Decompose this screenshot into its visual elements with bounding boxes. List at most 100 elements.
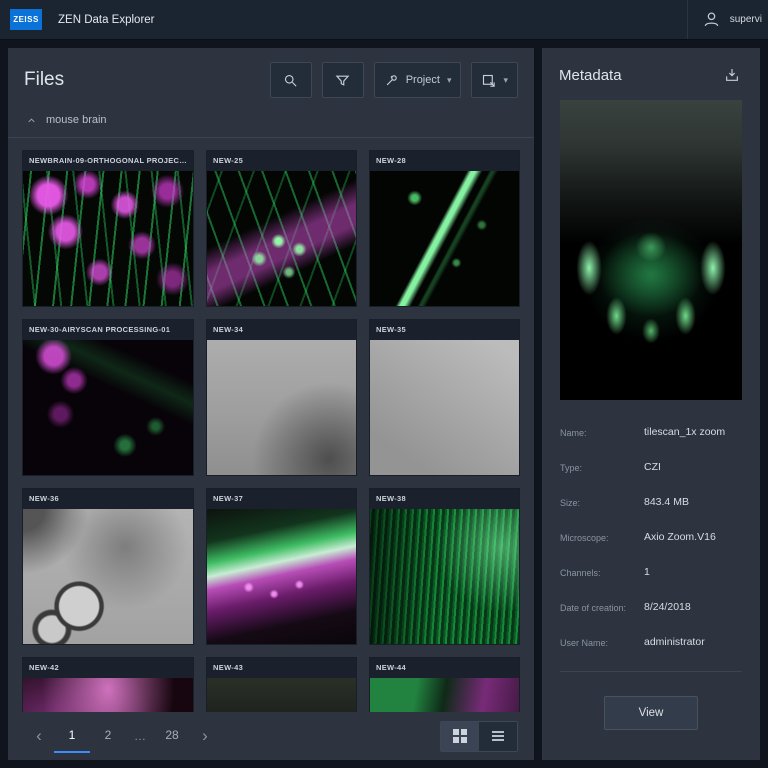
file-card-title: NEW-25 (207, 151, 356, 171)
chevron-down-icon: ▾ (447, 75, 452, 86)
list-view-icon (491, 729, 505, 743)
app-title: ZEN Data Explorer (58, 14, 155, 26)
field-value: 843.4 MB (644, 496, 689, 508)
chevron-up-icon (26, 115, 37, 126)
top-bar: ZEISS ZEN Data Explorer supervi (0, 0, 768, 40)
field-channels: Channels: 1 (560, 566, 742, 578)
file-thumbnail[interactable] (23, 509, 193, 644)
field-type: Type: CZI (560, 461, 742, 473)
group-label: mouse brain (46, 114, 107, 126)
field-date-of-creation: Date of creation: 8/24/2018 (560, 601, 742, 613)
file-card[interactable]: NEW-42 (22, 657, 194, 712)
file-thumbnail[interactable] (207, 678, 356, 712)
project-dropdown[interactable]: Project ▾ (374, 62, 462, 98)
export-button[interactable] (721, 64, 743, 86)
file-thumbnail[interactable] (370, 171, 519, 306)
metadata-fields: Name: tilescan_1x zoom Type: CZI Size: 8… (542, 426, 760, 671)
import-button[interactable]: ▾ (471, 62, 518, 98)
file-thumbnail[interactable] (23, 678, 193, 712)
file-thumbnail[interactable] (23, 340, 193, 475)
search-button[interactable] (270, 62, 312, 98)
file-card-title: NEW-28 (370, 151, 519, 171)
file-card-title: NEW-43 (207, 658, 356, 678)
field-label: Name: (560, 426, 644, 438)
pagination-bar: ‹ 1 2 … 28 › (8, 712, 534, 760)
file-card[interactable]: NEWBRAIN-09-ORTHOGONAL PROJEC… (22, 150, 194, 307)
field-name: Name: tilescan_1x zoom (560, 426, 742, 438)
file-card[interactable]: NEW-38 (369, 488, 520, 645)
field-value: 1 (644, 566, 650, 578)
file-grid: NEWBRAIN-09-ORTHOGONAL PROJEC… NEW-25 NE… (8, 138, 534, 712)
list-view-button[interactable] (479, 722, 517, 751)
user-icon (702, 10, 721, 29)
file-card-title: NEW-34 (207, 320, 356, 340)
file-card-title: NEW-35 (370, 320, 519, 340)
main-content: Files Project ▾ ▾ mouse brain NEWB (0, 40, 768, 768)
files-header: Files Project ▾ ▾ (8, 48, 534, 108)
grid-view-button[interactable] (441, 722, 479, 751)
download-icon (724, 67, 740, 83)
field-value: administrator (644, 636, 705, 648)
file-card-title: NEW-42 (23, 658, 193, 678)
user-menu[interactable]: supervi (687, 0, 768, 39)
file-card[interactable]: NEW-35 (369, 319, 520, 476)
file-card-title: NEW-37 (207, 489, 356, 509)
field-value: CZI (644, 461, 661, 473)
zeiss-logo: ZEISS (10, 9, 42, 30)
import-icon (481, 73, 496, 88)
file-thumbnail[interactable] (370, 678, 519, 712)
file-card[interactable]: NEW-43 (206, 657, 357, 712)
next-page-button[interactable]: › (190, 721, 220, 751)
file-card-title: NEWBRAIN-09-ORTHOGONAL PROJEC… (23, 151, 193, 171)
filter-button[interactable] (322, 62, 364, 98)
file-thumbnail[interactable] (23, 171, 193, 306)
view-button[interactable]: View (604, 696, 698, 730)
grid-view-icon (453, 729, 467, 743)
field-value: 8/24/2018 (644, 601, 691, 613)
field-label: User Name: (560, 636, 644, 648)
divider (560, 671, 742, 672)
file-card[interactable]: NEW-37 (206, 488, 357, 645)
files-title: Files (24, 69, 64, 91)
field-microscope: Microscope: Axio Zoom.V16 (560, 531, 742, 543)
file-card-title: NEW-36 (23, 489, 193, 509)
file-card[interactable]: NEW-44 (369, 657, 520, 712)
file-card[interactable]: NEW-36 (22, 488, 194, 645)
view-mode-toggle (440, 721, 518, 752)
file-thumbnail[interactable] (207, 509, 356, 644)
metadata-header: Metadata (542, 48, 760, 94)
chevron-down-icon: ▾ (503, 75, 508, 86)
field-value: tilescan_1x zoom (644, 426, 725, 438)
field-label: Channels: (560, 566, 644, 578)
user-name: supervi (730, 14, 762, 25)
file-card[interactable]: NEW-34 (206, 319, 357, 476)
file-card-title: NEW-30-AIRYSCAN PROCESSING-01 (23, 320, 193, 340)
filter-icon (335, 73, 350, 88)
file-thumbnail[interactable] (207, 171, 356, 306)
file-card-title: NEW-38 (370, 489, 519, 509)
page-ellipsis: … (126, 729, 154, 743)
field-user-name: User Name: administrator (560, 636, 742, 648)
search-icon (283, 73, 298, 88)
file-card[interactable]: NEW-28 (369, 150, 520, 307)
page-2[interactable]: 2 (90, 719, 126, 753)
file-card[interactable]: NEW-30-AIRYSCAN PROCESSING-01 (22, 319, 194, 476)
field-label: Microscope: (560, 531, 644, 543)
file-thumbnail[interactable] (370, 340, 519, 475)
file-thumbnail[interactable] (370, 509, 519, 644)
page-1[interactable]: 1 (54, 719, 90, 753)
field-size: Size: 843.4 MB (560, 496, 742, 508)
project-dropdown-label: Project (406, 74, 440, 86)
field-label: Size: (560, 496, 644, 508)
field-label: Date of creation: (560, 601, 644, 613)
metadata-panel: Metadata Name: tilescan_1x zoom Type: CZ… (542, 48, 760, 760)
preview-image[interactable] (560, 100, 742, 400)
files-panel: Files Project ▾ ▾ mouse brain NEWB (8, 48, 534, 760)
prev-page-button[interactable]: ‹ (24, 721, 54, 751)
file-card[interactable]: NEW-25 (206, 150, 357, 307)
file-card-title: NEW-44 (370, 658, 519, 678)
field-value: Axio Zoom.V16 (644, 531, 716, 543)
group-header-mouse-brain[interactable]: mouse brain (8, 108, 534, 138)
page-28[interactable]: 28 (154, 719, 190, 753)
file-thumbnail[interactable] (207, 340, 356, 475)
